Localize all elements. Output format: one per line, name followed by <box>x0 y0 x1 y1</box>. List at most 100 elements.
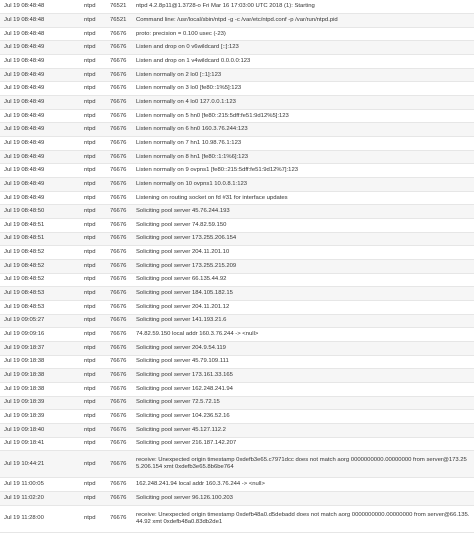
log-entry-pid: 76521 <box>106 13 132 28</box>
log-entry-time: Jul 19 09:09:16 <box>0 327 80 342</box>
log-entry-time: Jul 19 08:48:49 <box>0 150 80 165</box>
log-entry-message: Listen and drop on 0 v6wildcard [::]:123 <box>132 40 474 56</box>
log-entry-pid: 76676 <box>106 327 132 342</box>
log-entry-pid: 76676 <box>106 204 132 219</box>
log-entry-row: Jul 19 08:48:52 ntpd 76676 Soliciting pool … <box>0 259 474 274</box>
log-entry-pid: 76676 <box>106 396 132 411</box>
log-entry-time: Jul 19 08:48:52 <box>0 259 80 274</box>
log-entry-process: ntpd <box>80 491 106 506</box>
log-entry-row: Jul 19 09:18:37 ntpd 76676 Soliciting pool … <box>0 341 474 356</box>
log-entry-process: ntpd <box>80 27 106 42</box>
log-entry-pid: 76676 <box>106 437 132 452</box>
log-entry-process: ntpd <box>80 355 106 370</box>
log-entry-time: Jul 19 08:48:49 <box>0 109 80 124</box>
log-entry-message: Listen normally on 3 lo0 [fe80::1%5]:123 <box>132 81 474 97</box>
log-entry-pid: 76676 <box>106 286 132 301</box>
log-entry-message: Listen normally on 2 lo0 [::1]:123 <box>132 68 474 83</box>
log-entry-row: Jul 19 08:48:49 ntpd 76676 Listen and drop … <box>0 40 474 56</box>
log-entry-pid: 76676 <box>106 54 132 69</box>
log-entry-message: Soliciting pool server 173.161.33.165 <box>132 368 474 383</box>
log-entry-pid: 76676 <box>106 232 132 247</box>
log-entry-time: Jul 19 08:48:49 <box>0 177 80 192</box>
log-entry-row: Jul 19 10:44:21 ntpd 76676 receive: Unexpec… <box>0 450 474 479</box>
log-entry-pid: 76676 <box>106 177 132 192</box>
log-entry-message: Soliciting pool server 45.127.112.2 <box>132 423 474 438</box>
log-entry-message: Soliciting pool server 72.5.72.15 <box>132 396 474 411</box>
log-entry-pid: 76676 <box>106 95 132 110</box>
log-entry-process: ntpd <box>80 232 106 247</box>
log-entry-pid: 76676 <box>106 40 132 56</box>
log-entry-process: ntpd <box>80 300 106 315</box>
log-entry-time: Jul 19 08:48:50 <box>0 204 80 219</box>
log-entry-time: Jul 19 08:48:49 <box>0 122 80 138</box>
log-entry-message: proto: precision = 0.100 usec (-23) <box>132 27 474 42</box>
log-entry-pid: 76676 <box>106 163 132 179</box>
log-entry-message: Listen normally on 7 hn1 10.98.76.1:123 <box>132 136 474 151</box>
log-entry-row: Jul 19 11:28:00 ntpd 76676 receive: Unexpec… <box>0 505 474 533</box>
log-entry-process: ntpd <box>80 245 106 260</box>
log-entry-row: Jul 19 08:48:53 ntpd 76676 Soliciting pool … <box>0 286 474 301</box>
log-entry-pid: 76676 <box>106 505 132 533</box>
log-entry-process: ntpd <box>80 382 106 397</box>
log-entry-row: Jul 19 09:18:41 ntpd 76676 Soliciting pool … <box>0 437 474 452</box>
log-entry-process: ntpd <box>80 177 106 192</box>
log-entry-pid: 76676 <box>106 477 132 493</box>
log-entry-process: ntpd <box>80 477 106 493</box>
log-entry-process: ntpd <box>80 54 106 69</box>
log-entry-pid: 76676 <box>106 409 132 424</box>
log-entry-row: Jul 19 08:48:53 ntpd 76676 Soliciting pool … <box>0 300 474 315</box>
log-entry-process: ntpd <box>80 327 106 342</box>
log-entry-time: Jul 19 11:02:20 <box>0 491 80 506</box>
log-entry-process: ntpd <box>80 109 106 124</box>
log-entry-row: Jul 19 08:48:49 ntpd 76676 Listen normally … <box>0 81 474 97</box>
log-entry-row: Jul 19 09:18:38 ntpd 76676 Soliciting pool … <box>0 368 474 383</box>
log-entry-time: Jul 19 11:00:05 <box>0 477 80 493</box>
log-entry-row: Jul 19 09:18:39 ntpd 76676 Soliciting pool … <box>0 409 474 424</box>
log-entry-pid: 76676 <box>106 423 132 438</box>
log-entry-pid: 76676 <box>106 355 132 370</box>
log-entry-time: Jul 19 09:18:38 <box>0 355 80 370</box>
log-entry-row: Jul 19 09:18:40 ntpd 76676 Soliciting pool … <box>0 423 474 438</box>
log-entry-message: Listen and drop on 1 v4wildcard 0.0.0.0:… <box>132 54 474 69</box>
log-entry-process: ntpd <box>80 163 106 179</box>
log-entry-row: Jul 19 11:00:05 ntpd 76676 162.248.241.94 l… <box>0 477 474 493</box>
log-entry-process: ntpd <box>80 423 106 438</box>
log-entry-row: Jul 19 08:48:48 ntpd 76676 proto: precision… <box>0 27 474 42</box>
log-entry-pid: 76676 <box>106 218 132 233</box>
log-table-body: Jul 19 08:48:48 ntpd 76521 ntpd 4.2.8p11@1.… <box>0 0 474 533</box>
log-entry-message: Soliciting pool server 173.255.215.209 <box>132 259 474 274</box>
log-entry-message: Listen normally on 4 lo0 127.0.0.1:123 <box>132 95 474 110</box>
log-entry-message: Soliciting pool server 66.135.44.92 <box>132 273 474 288</box>
log-entry-message: Soliciting pool server 74.82.59.150 <box>132 218 474 233</box>
log-entry-row: Jul 19 08:48:49 ntpd 76676 Listen normally … <box>0 177 474 192</box>
log-entry-row: Jul 19 08:48:52 ntpd 76676 Soliciting pool … <box>0 245 474 260</box>
log-entry-message: receive: Unexpected origin timestamp 0xd… <box>132 450 474 479</box>
log-entry-pid: 76676 <box>106 27 132 42</box>
log-entry-message: Soliciting pool server 173.255.206.154 <box>132 232 474 247</box>
log-entry-message: Soliciting pool server 184.105.182.15 <box>132 286 474 301</box>
log-entry-row: Jul 19 08:48:49 ntpd 76676 Listen normally … <box>0 150 474 165</box>
log-entry-time: Jul 19 09:18:38 <box>0 368 80 383</box>
log-entry-time: Jul 19 08:48:53 <box>0 286 80 301</box>
log-entry-message: 74.82.59.150 local addr 160.3.76.244 -> … <box>132 327 474 342</box>
log-entry-time: Jul 19 08:48:49 <box>0 40 80 56</box>
log-entry-row: Jul 19 09:09:16 ntpd 76676 74.82.59.150 loc… <box>0 327 474 342</box>
log-entry-message: Soliciting pool server 204.9.54.119 <box>132 341 474 356</box>
log-entry-pid: 76676 <box>106 273 132 288</box>
log-entry-time: Jul 19 08:48:51 <box>0 218 80 233</box>
log-entry-time: Jul 19 08:48:49 <box>0 136 80 151</box>
log-entry-pid: 76676 <box>106 368 132 383</box>
log-entry-time: Jul 19 08:48:49 <box>0 191 80 206</box>
log-entry-row: Jul 19 08:48:51 ntpd 76676 Soliciting pool … <box>0 232 474 247</box>
log-entry-process: ntpd <box>80 136 106 151</box>
log-entry-process: ntpd <box>80 122 106 138</box>
log-entry-time: Jul 19 09:18:40 <box>0 423 80 438</box>
log-entry-process: ntpd <box>80 81 106 97</box>
log-entry-row: Jul 19 08:48:49 ntpd 76676 Listen and drop … <box>0 54 474 69</box>
log-entry-time: Jul 19 08:48:49 <box>0 95 80 110</box>
log-entry-process: ntpd <box>80 273 106 288</box>
log-entry-message: Listen normally on 6 hn0 160.3.76.244:12… <box>132 122 474 138</box>
log-entry-message: Soliciting pool server 45.76.244.193 <box>132 204 474 219</box>
log-entry-message: Soliciting pool server 204.11.201.10 <box>132 245 474 260</box>
log-entry-pid: 76676 <box>106 341 132 356</box>
